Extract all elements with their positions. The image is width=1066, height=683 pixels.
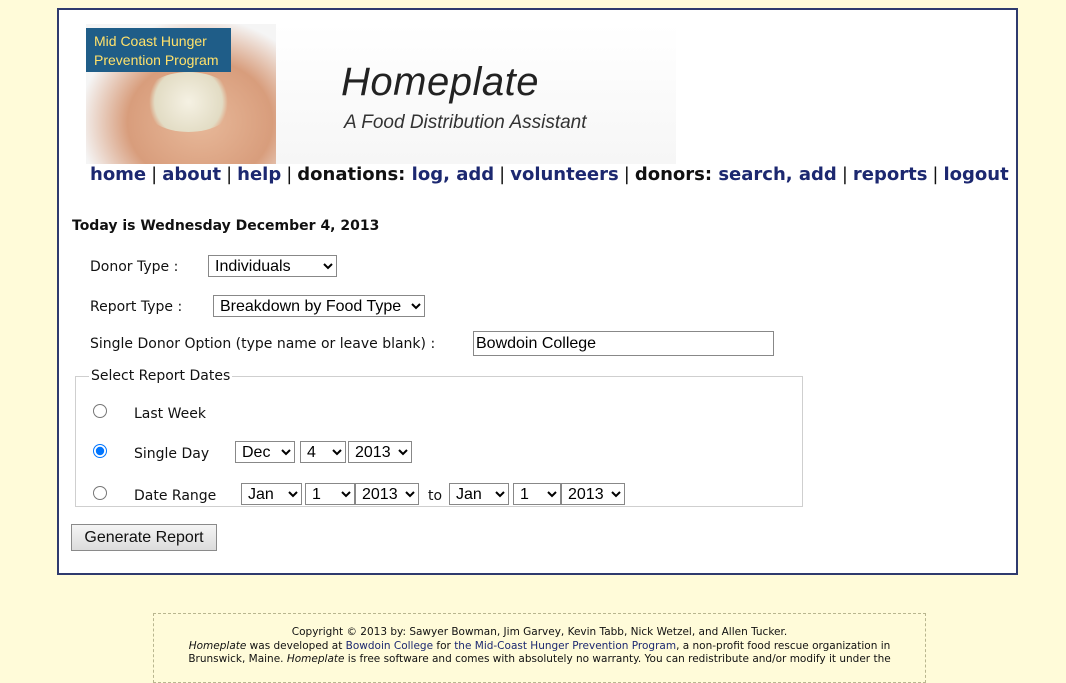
nav-separator: | [932, 164, 939, 185]
donor-type-select[interactable]: Individuals [208, 255, 337, 277]
nav-separator: | [499, 164, 506, 185]
logo-line-1: Mid Coast Hunger [94, 33, 207, 49]
report-type-select[interactable]: Breakdown by Food Type [213, 295, 425, 317]
nav-donations-label: donations: [297, 164, 406, 185]
report-dates-legend: Select Report Dates [91, 368, 231, 384]
logo-line-2: Prevention Program [94, 52, 219, 68]
nav-about[interactable]: about [162, 164, 221, 185]
nav-separator: | [841, 164, 848, 185]
range-to-label: to [428, 488, 443, 504]
nav-logout[interactable]: logout [944, 164, 1009, 185]
nav-donations-log[interactable]: log, [412, 164, 450, 185]
report-type-label: Report Type : [90, 299, 183, 315]
range-from-month-select[interactable]: Jan [241, 483, 302, 505]
footer-homeplate-italic: Homeplate [188, 639, 247, 652]
mchpp-link[interactable]: the Mid-Coast Hunger Prevention Program [454, 640, 676, 652]
range-to-year-select[interactable]: 2013 [561, 483, 625, 505]
footer-copyright: Copyright © 2013 by: Sawyer Bowman, Jim … [291, 626, 788, 638]
last-week-label: Last Week [134, 406, 206, 422]
today-date: Today is Wednesday December 4, 2013 [72, 218, 380, 234]
nav-home[interactable]: home [90, 164, 146, 185]
nav-volunteers[interactable]: volunteers [510, 164, 619, 185]
mchpp-logo: Mid Coast Hunger Prevention Program [86, 28, 231, 72]
generate-report-button[interactable]: Generate Report [71, 524, 217, 551]
single-day-month-select[interactable]: Dec [235, 441, 295, 463]
footer-text: for [433, 639, 455, 652]
app-subtitle: A Food Distribution Assistant [344, 112, 587, 133]
range-from-day-select[interactable]: 1 [305, 483, 355, 505]
nav-donations-add[interactable]: add [456, 164, 494, 185]
app-title: Homeplate [341, 60, 539, 104]
nav-help[interactable]: help [237, 164, 281, 185]
single-day-day-select[interactable]: 4 [300, 441, 346, 463]
single-donor-input[interactable] [473, 331, 774, 356]
range-to-month-select[interactable]: Jan [449, 483, 509, 505]
date-range-radio[interactable] [93, 486, 107, 500]
last-week-radio[interactable] [93, 404, 107, 418]
nav-reports[interactable]: reports [853, 164, 928, 185]
rice-grains [141, 72, 236, 132]
nav-separator: | [226, 164, 233, 185]
nav-separator: | [286, 164, 293, 185]
donor-type-label: Donor Type : [90, 259, 179, 275]
bowdoin-college-link[interactable]: Bowdoin College [346, 640, 433, 652]
range-to-day-select[interactable]: 1 [513, 483, 561, 505]
footer: Copyright © 2013 by: Sawyer Bowman, Jim … [153, 613, 926, 683]
report-dates-fieldset: Select Report Dates Last Week Single Day… [75, 368, 803, 507]
footer-line-3: Brunswick, Maine. Homeplate is free soft… [154, 653, 925, 667]
footer-text: is free software and comes with absolute… [344, 653, 891, 665]
nav-donors-add[interactable]: add [799, 164, 837, 185]
footer-text: Brunswick, Maine. [188, 653, 287, 665]
nav-donors-search[interactable]: search, [718, 164, 792, 185]
range-from-year-select[interactable]: 2013 [355, 483, 419, 505]
main-frame: Mid Coast Hunger Prevention Program Home… [57, 8, 1018, 575]
footer-text: , a non-profit food rescue organization … [676, 639, 891, 652]
footer-homeplate-italic: Homeplate [286, 653, 345, 665]
footer-line-2: Homeplate was developed at Bowdoin Colle… [154, 640, 925, 654]
nav-donors-label: donors: [634, 164, 713, 185]
nav-separator: | [151, 164, 158, 185]
single-donor-label: Single Donor Option (type name or leave … [90, 336, 436, 352]
main-nav: home | about | help | donations: log, add | volu… [90, 164, 1009, 185]
single-day-year-select[interactable]: 2013 [348, 441, 412, 463]
single-day-radio[interactable] [93, 444, 107, 458]
single-day-label: Single Day [134, 446, 210, 462]
footer-text: was developed at [246, 639, 346, 652]
header-banner: Mid Coast Hunger Prevention Program Home… [86, 24, 676, 164]
date-range-label: Date Range [134, 488, 217, 504]
nav-separator: | [623, 164, 630, 185]
